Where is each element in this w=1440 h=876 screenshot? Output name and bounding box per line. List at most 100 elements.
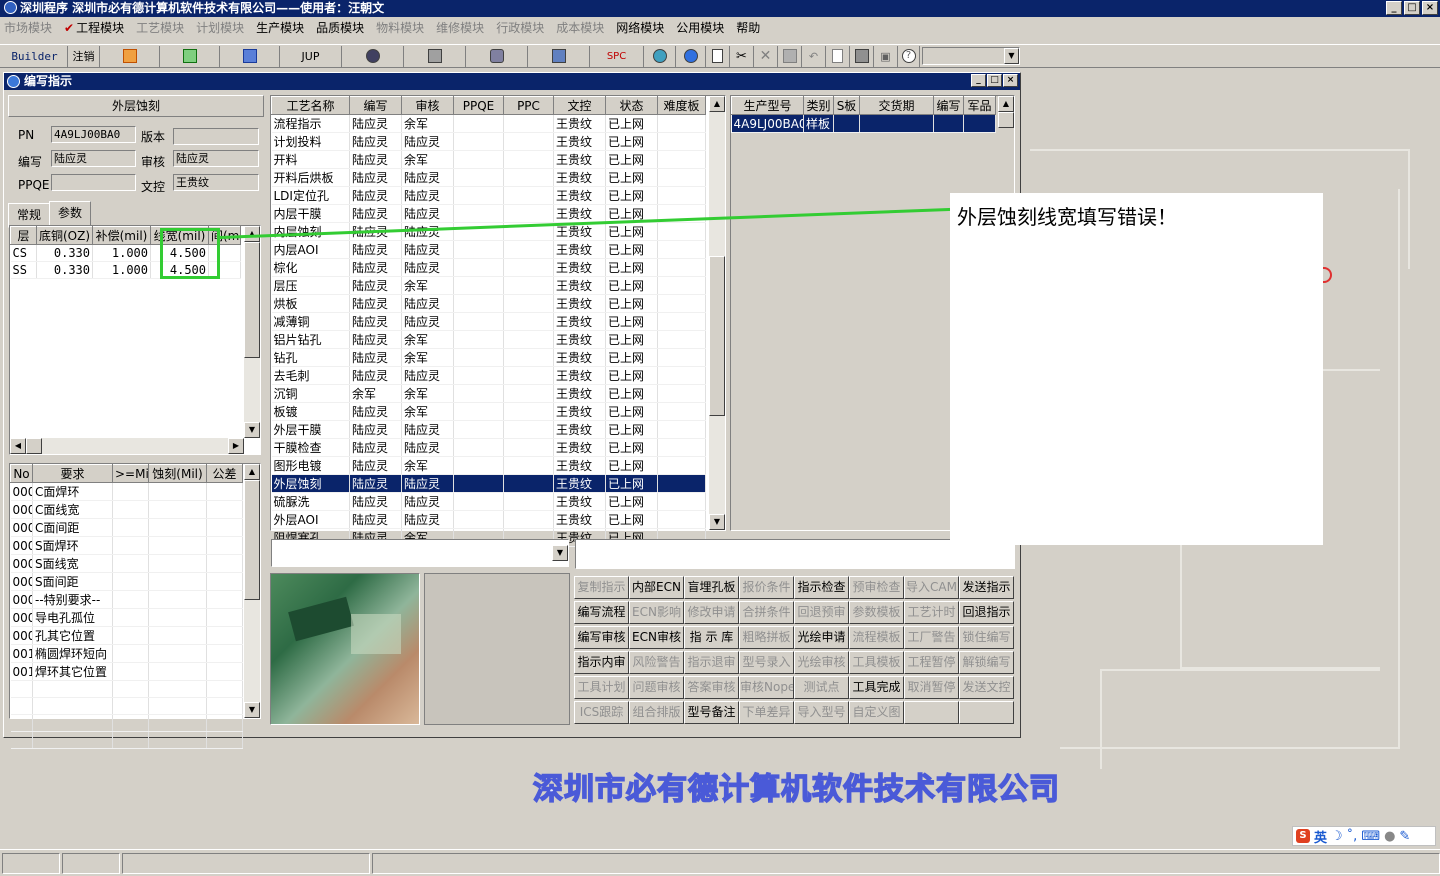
column-header[interactable]: 交货期 <box>859 96 934 115</box>
table-cell[interactable] <box>657 132 706 151</box>
table-cell[interactable]: 王贵纹 <box>553 420 606 439</box>
table-cell[interactable] <box>657 366 706 385</box>
table-cell[interactable]: 已上网 <box>605 294 658 313</box>
table-cell[interactable]: 陆应灵 <box>401 258 454 277</box>
column-header[interactable]: 底铜(OZ) <box>36 226 93 245</box>
table-cell[interactable]: 陆应灵 <box>401 186 454 205</box>
table-cell[interactable] <box>148 590 207 609</box>
table-cell[interactable] <box>503 348 554 367</box>
table-cell[interactable]: 陆应灵 <box>401 474 454 493</box>
table-cell[interactable]: 陆应灵 <box>349 168 402 187</box>
cut-button[interactable]: ✂ <box>730 45 754 67</box>
table-cell[interactable]: 陆应灵 <box>401 312 454 331</box>
table-cell[interactable]: 陆应灵 <box>349 312 402 331</box>
menu-item-6[interactable]: 物料模块 <box>376 19 424 36</box>
function-button[interactable]: 工具计划 <box>574 676 629 699</box>
table-cell[interactable]: 导电孔孤位 <box>32 608 113 627</box>
reviewer-field[interactable]: 陆应灵 <box>173 150 259 167</box>
table-cell[interactable]: 王贵纹 <box>553 348 606 367</box>
table-cell[interactable] <box>453 114 504 133</box>
table-row[interactable]: 外层AOI 陆应灵 陆应灵 王贵纹 已上网 <box>271 510 706 529</box>
table-row[interactable]: 铝片钻孔 陆应灵 余军 王贵纹 已上网 <box>271 330 706 349</box>
function-button[interactable]: 粗略拼板 <box>739 626 794 649</box>
table-cell[interactable]: C面间距 <box>32 518 113 537</box>
table-cell[interactable] <box>657 402 706 421</box>
function-button[interactable]: 盲埋孔板 <box>684 576 739 599</box>
column-header[interactable]: 生产型号 <box>731 96 804 115</box>
table-cell[interactable] <box>206 554 243 573</box>
table-cell[interactable]: 椭圆焊环短向 <box>32 644 113 663</box>
table-cell[interactable]: C面线宽 <box>32 500 113 519</box>
table-cell[interactable] <box>206 626 243 645</box>
table-cell[interactable]: 硫脲洗 <box>271 492 350 511</box>
function-button[interactable]: 型号备注 <box>684 701 739 724</box>
refresh-button[interactable] <box>644 45 676 67</box>
function-button[interactable]: 修改申请 <box>684 601 739 624</box>
function-button[interactable]: 指 示 库 <box>684 626 739 649</box>
process-vscroll[interactable]: ▲ ▼ <box>709 96 725 530</box>
moon-icon[interactable]: ☽ <box>1331 829 1343 844</box>
table-cell[interactable]: 陆应灵 <box>401 132 454 151</box>
table-cell[interactable] <box>148 662 207 681</box>
table-cell[interactable]: 王贵纹 <box>553 474 606 493</box>
column-header[interactable]: 类别 <box>803 96 834 115</box>
excel-button[interactable] <box>160 45 220 67</box>
table-row[interactable]: 板镀 陆应灵 余军 王贵纹 已上网 <box>271 402 706 421</box>
table-cell[interactable]: S面线宽 <box>32 554 113 573</box>
table-row[interactable]: 硫脲洗 陆应灵 陆应灵 王贵纹 已上网 <box>271 492 706 511</box>
table-cell[interactable]: 王贵纹 <box>553 492 606 511</box>
table-cell[interactable] <box>453 348 504 367</box>
table-cell[interactable]: 余军 <box>401 384 454 403</box>
scroll-thumb[interactable] <box>244 480 260 600</box>
table-cell[interactable]: 层压 <box>271 276 350 295</box>
table-cell[interactable]: 孔其它位置 <box>32 626 113 645</box>
table-cell[interactable]: 余军 <box>401 402 454 421</box>
scroll-left-icon[interactable]: ◀ <box>10 438 26 454</box>
column-header[interactable]: No <box>10 464 33 483</box>
version-field[interactable] <box>173 128 259 145</box>
table-cell[interactable] <box>148 554 207 573</box>
function-button[interactable]: 报价条件 <box>739 576 794 599</box>
table-cell[interactable]: 王贵纹 <box>553 384 606 403</box>
params-hscroll[interactable]: ◀ ▶ <box>10 438 244 454</box>
table-cell[interactable]: 已上网 <box>605 492 658 511</box>
function-button[interactable]: 预审检查 <box>849 576 904 599</box>
table-cell[interactable] <box>453 456 504 475</box>
table-cell[interactable] <box>206 536 243 555</box>
table-cell[interactable] <box>148 482 207 501</box>
table-cell[interactable] <box>206 572 243 591</box>
table-cell[interactable]: 陆应灵 <box>349 366 402 385</box>
table-cell[interactable]: 4A9LJ00BA0 <box>731 114 804 133</box>
table-cell[interactable] <box>503 510 554 529</box>
table-cell[interactable] <box>503 492 554 511</box>
table-cell[interactable] <box>657 186 706 205</box>
menu-item-0[interactable]: 市场模块 <box>4 19 52 36</box>
table-cell[interactable]: 已上网 <box>605 312 658 331</box>
function-button[interactable]: 导入型号 <box>794 701 849 724</box>
help-button[interactable]: ? <box>898 45 920 67</box>
table-cell[interactable]: 沉铜 <box>271 384 350 403</box>
hscroll-thumb[interactable] <box>26 438 42 454</box>
table-cell[interactable] <box>148 536 207 555</box>
table-cell[interactable]: 陆应灵 <box>349 294 402 313</box>
server-button[interactable] <box>404 45 466 67</box>
table-cell[interactable] <box>453 240 504 259</box>
table-row[interactable]: 层压 陆应灵 余军 王贵纹 已上网 <box>271 276 706 295</box>
table-cell[interactable]: 陆应灵 <box>401 366 454 385</box>
req-vscroll[interactable]: ▲ ▼ <box>244 464 260 718</box>
table-cell[interactable] <box>453 420 504 439</box>
table-cell[interactable]: 陆应灵 <box>349 186 402 205</box>
column-header[interactable]: 层 <box>10 226 37 245</box>
table-row[interactable]: 图形电镀 陆应灵 余军 王贵纹 已上网 <box>271 456 706 475</box>
menu-item-7[interactable]: 维修模块 <box>436 19 484 36</box>
table-cell[interactable]: 1.000 <box>92 261 151 279</box>
table-row[interactable]: 000C面间距 <box>10 518 243 537</box>
column-header[interactable]: 文控 <box>553 96 606 115</box>
table-cell[interactable]: 内层AOI <box>271 240 350 259</box>
table-cell[interactable]: 铝片钻孔 <box>271 330 350 349</box>
table-row[interactable]: 计划投料 陆应灵 陆应灵 王贵纹 已上网 <box>271 132 706 151</box>
table-row[interactable]: LDI定位孔 陆应灵 陆应灵 王贵纹 已上网 <box>271 186 706 205</box>
function-button[interactable]: 型号录入 <box>739 651 794 674</box>
table-cell[interactable]: 余军 <box>401 276 454 295</box>
table-cell[interactable] <box>503 258 554 277</box>
